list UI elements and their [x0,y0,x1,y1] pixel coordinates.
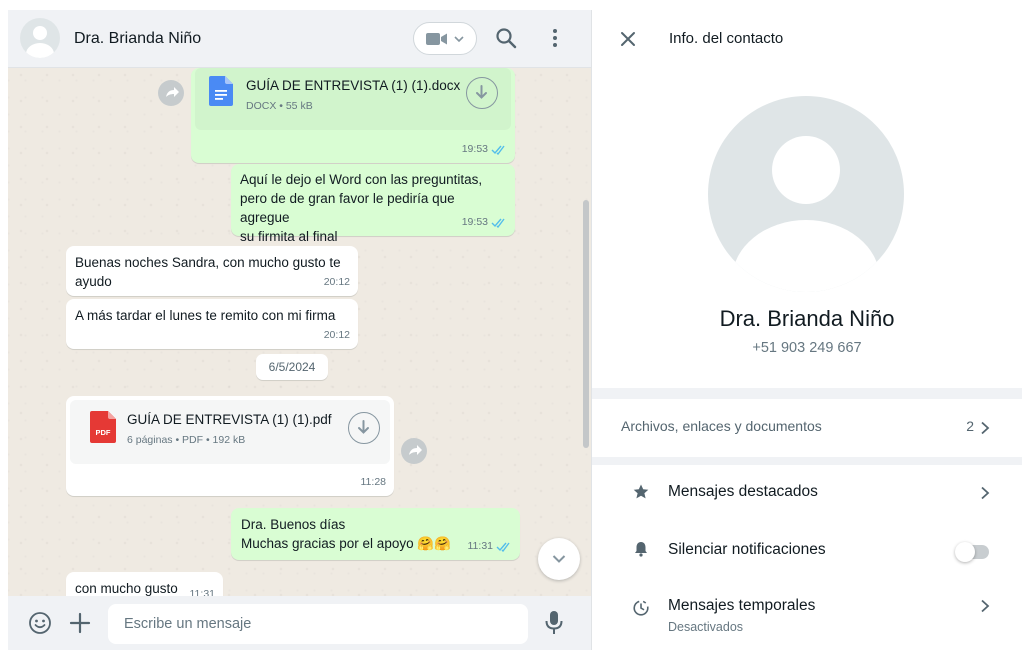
message-text: Aquí le dejo el Word con las preguntitas… [240,172,483,187]
document-name: GUÍA DE ENTREVISTA (1) (1).pdf [127,412,332,427]
document-name: GUÍA DE ENTREVISTA (1) (1).docx [246,78,461,93]
read-ticks-icon [491,145,505,155]
disappearing-messages-status: Desactivados [668,620,744,634]
message-bubble-incoming[interactable]: A más tardar el lunes te remito con mi f… [66,299,358,349]
star-icon [633,484,649,499]
video-camera-icon [426,33,447,45]
profile-section: Dra. Brianda Niño +51 903 249 667 [592,68,1022,388]
chevron-right-icon [981,421,990,435]
message-list[interactable]: GUÍA DE ENTREVISTA (1) (1).docx DOCX • 5… [8,68,583,596]
chevron-down-icon [454,36,464,43]
message-bubble-incoming[interactable]: Buenas noches Sandra, con mucho gusto te… [66,246,358,296]
emoji-icon[interactable] [28,611,52,635]
mute-toggle[interactable] [955,542,989,562]
message-time: 11:28 [360,476,387,488]
emoji: 🤗🤗 [417,536,451,551]
starred-messages-row[interactable]: Mensajes destacados [592,465,1022,521]
media-links-docs-label: Archivos, enlaces y documentos [621,418,822,434]
chat-panel: Dra. Brianda Niño GUÍA DE ENTREVISTA (1)… [8,10,591,650]
profile-phone: +51 903 249 667 [752,340,862,356]
message-bubble-incoming[interactable]: PDF GUÍA DE ENTREVISTA (1) (1).pdf 6 pág… [66,396,394,496]
download-button[interactable] [348,412,380,444]
mute-notifications-label: Silenciar notificaciones [668,541,826,558]
message-text: Muchas gracias por el apoyo [241,536,414,551]
message-time: 19:53 [461,216,488,228]
forward-icon [166,87,179,97]
chat-contact-name[interactable]: Dra. Brianda Niño [74,30,201,48]
document-meta: DOCX • 55 kB [246,100,313,112]
microphone-icon[interactable] [544,610,564,636]
chevron-down-icon [552,555,566,563]
scroll-to-bottom-button[interactable] [538,538,580,580]
download-icon [476,85,487,99]
media-links-docs-row[interactable]: Archivos, enlaces y documentos 2 [592,399,1022,457]
video-call-button[interactable] [413,22,477,55]
plus-icon[interactable] [69,612,91,634]
message-time: 19:53 [461,143,488,155]
contact-info-header: Info. del contacto [592,10,1022,68]
date-divider: 6/5/2024 [256,354,328,380]
read-ticks-icon [491,218,505,228]
toggle-knob [955,542,975,562]
disappearing-messages-row[interactable]: Mensajes temporales Desactivados [592,583,1022,647]
chevron-right-icon [981,599,990,613]
download-icon [358,420,369,434]
message-composer: Escribe un mensaje [8,596,591,650]
settings-section: Mensajes destacados Silenciar notificaci… [592,465,1022,650]
contact-avatar[interactable] [20,18,60,58]
message-time: 11:31 [189,588,216,596]
download-button[interactable] [466,77,498,109]
starred-messages-label: Mensajes destacados [668,483,818,500]
media-count: 2 [966,418,974,434]
word-document-icon [209,76,233,106]
message-text: Buenas noches Sandra, con mucho gusto te [75,255,341,270]
chevron-right-icon [981,486,990,500]
message-input[interactable]: Escribe un mensaje [108,604,528,644]
message-text: ayudo [75,274,112,289]
forward-button[interactable] [158,80,184,106]
read-ticks-icon [496,542,510,552]
document-meta: 6 páginas • PDF • 192 kB [127,434,246,446]
bell-icon [635,542,647,557]
profile-name: Dra. Brianda Niño [719,306,895,331]
close-icon[interactable] [620,31,636,47]
message-bubble-outgoing[interactable]: Aquí le dejo el Word con las preguntitas… [231,164,515,244]
forward-icon [409,445,422,455]
message-bubble-outgoing[interactable]: GUÍA DE ENTREVISTA (1) (1).docx DOCX • 5… [191,68,515,163]
message-time: 20:12 [323,329,350,341]
message-text: A más tardar el lunes te remito con mi f… [75,308,336,323]
message-bubble-outgoing[interactable]: Dra. Buenos días Muchas gracias por el a… [231,508,520,560]
document-card[interactable]: PDF GUÍA DE ENTREVISTA (1) (1).pdf 6 pág… [70,400,390,464]
mute-notifications-row[interactable]: Silenciar notificaciones [592,521,1022,579]
profile-avatar[interactable] [708,96,904,292]
chat-header[interactable]: Dra. Brianda Niño [8,10,591,68]
timer-icon [633,600,649,616]
pdf-icon-label: PDF [96,428,111,437]
scrollbar[interactable] [583,200,589,448]
pdf-document-icon: PDF [90,411,116,443]
disappearing-messages-label: Mensajes temporales [668,597,816,614]
message-time: 20:12 [323,276,350,288]
contact-info-title: Info. del contacto [669,30,784,47]
search-icon[interactable] [494,26,518,50]
message-bubble-incoming[interactable]: con mucho gusto 11:31 [66,572,223,596]
message-time: 11:31 [467,540,494,552]
more-vertical-icon[interactable] [543,26,567,50]
contact-info-panel: Info. del contacto Dra. Brianda Niño +51… [591,10,1022,650]
message-text: Dra. Buenos días [241,517,346,532]
forward-button[interactable] [401,438,427,464]
document-card[interactable]: GUÍA DE ENTREVISTA (1) (1).docx DOCX • 5… [195,68,511,130]
